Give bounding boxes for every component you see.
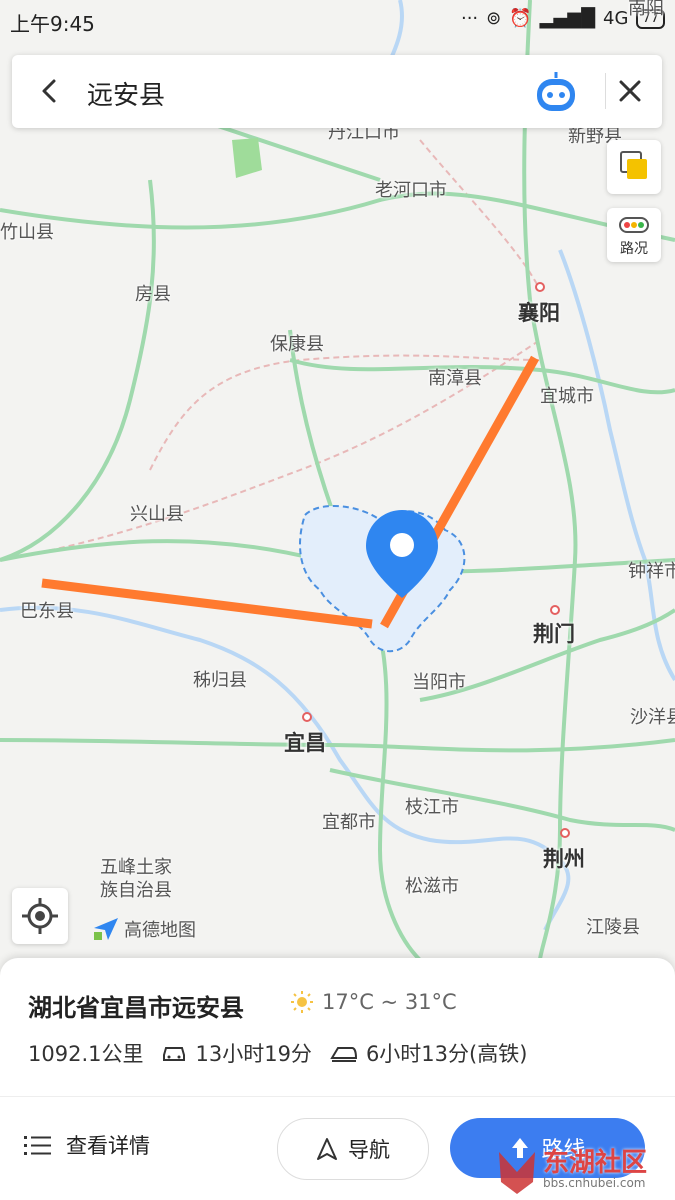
map-label: 宜都市 — [322, 812, 376, 833]
search-query[interactable]: 远安县 — [87, 75, 165, 112]
place-title: 湖北省宜昌市远安县 — [28, 994, 244, 1022]
sheet-divider — [0, 1096, 675, 1097]
network-type: 4G — [603, 8, 629, 29]
signal-icon: ▂▄▆█ — [539, 8, 596, 29]
map-label: 巴东县 — [20, 601, 74, 622]
map-logo: 高德地图 — [92, 916, 196, 942]
map-label: 襄阳 — [518, 301, 560, 325]
hotspot-icon: ⊚ — [486, 8, 502, 29]
traffic-button[interactable]: 路况 — [607, 208, 661, 262]
traffic-label: 路况 — [620, 241, 648, 257]
map-label: 保康县 — [270, 334, 324, 355]
map-label: 族自治县 — [100, 880, 172, 901]
crosshair-icon — [22, 898, 58, 934]
map-label: 兴山县 — [130, 504, 184, 525]
map-label: 房县 — [135, 284, 171, 305]
search-bar[interactable]: 远安县 — [12, 55, 662, 128]
train-icon — [330, 1047, 357, 1062]
view-details-label: 查看详情 — [66, 1134, 150, 1158]
weather: 17°C ~ 31°C — [290, 990, 457, 1014]
amap-logo-icon — [94, 918, 118, 940]
navigation-arrow-icon — [317, 1138, 337, 1160]
car-icon — [163, 1047, 186, 1061]
train-time: 6小时13分(高铁) — [365, 1042, 528, 1066]
locate-button[interactable] — [12, 888, 68, 944]
traffic-light-icon — [619, 217, 649, 233]
travel-stats: 1092.1公里 13小时19分 6小时13分(高铁) — [28, 1038, 527, 1068]
map-label: 荆门 — [533, 622, 575, 646]
map-label: 江陵县 — [586, 917, 640, 938]
map-label: 沙洋县 — [630, 707, 675, 728]
status-time: 上午9:45 — [10, 12, 95, 36]
watermark-logo-icon — [499, 1152, 535, 1194]
status-bar: 上午9:45 ··· ⊚ ⏰ ▂▄▆█ 4G 77 — [0, 0, 675, 42]
alarm-icon: ⏰ — [509, 8, 532, 29]
map-label: 荆州 — [543, 847, 585, 871]
more-icon: ··· — [460, 8, 479, 29]
map-label: 宜城市 — [540, 386, 594, 407]
assistant-robot-icon[interactable] — [532, 69, 580, 115]
sun-icon — [291, 991, 313, 1013]
logo-text: 高德地图 — [124, 920, 196, 941]
search-divider — [605, 73, 606, 109]
navigate-label: 导航 — [348, 1138, 390, 1162]
layers-button[interactable] — [607, 140, 661, 194]
map-label: 枝江市 — [405, 797, 459, 818]
view-details-button[interactable]: 查看详情 — [24, 1130, 150, 1160]
watermark-text: 东湖社区 — [543, 1148, 648, 1178]
map-label: 老河口市 — [375, 180, 447, 201]
weather-range: 17°C ~ 31°C — [322, 990, 457, 1014]
navigate-button[interactable]: 导航 — [277, 1118, 429, 1180]
map-label: 宜昌 — [284, 731, 326, 755]
drive-time: 13小时19分 — [195, 1042, 312, 1066]
layers-icon — [620, 151, 647, 179]
map-label: 当阳市 — [412, 672, 466, 693]
watermark-url: bbs.cnhubei.com — [543, 1176, 646, 1190]
map-label: 竹山县 — [0, 222, 54, 243]
map-label: 钟祥市 — [628, 561, 675, 582]
list-icon — [24, 1136, 51, 1155]
back-icon[interactable] — [32, 73, 68, 109]
close-icon[interactable] — [612, 73, 648, 109]
distance: 1092.1公里 — [28, 1042, 144, 1066]
map-label: 南漳县 — [428, 368, 482, 389]
map-label: 松滋市 — [405, 876, 459, 897]
edge-label: 南阳 — [628, 0, 664, 19]
watermark: 东湖社区 bbs.cnhubei.com — [493, 1140, 673, 1198]
map-label: 秭归县 — [193, 670, 247, 691]
